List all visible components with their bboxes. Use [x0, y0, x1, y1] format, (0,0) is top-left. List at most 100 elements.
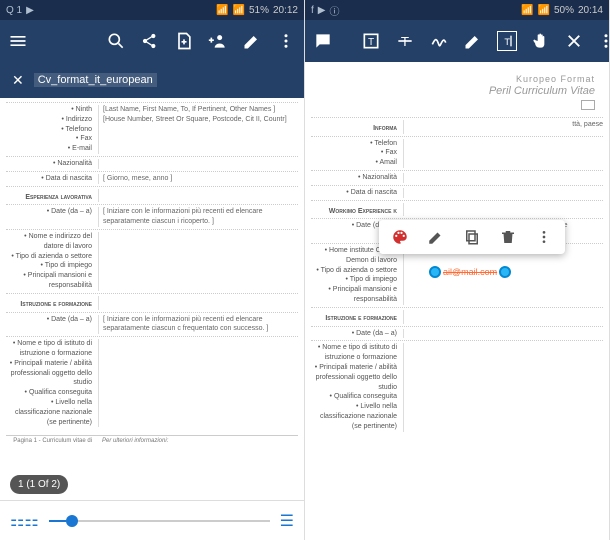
play-icon: ▶ — [318, 5, 326, 16]
exp-item: Tipo di impiego — [311, 275, 397, 285]
document-right[interactable]: Kuropeo Format Peril Curriculum Vitae In… — [305, 62, 609, 540]
row-label: Nazionalità — [6, 159, 92, 169]
exp-item: Nome e indirizzo del datore di lavoro — [6, 232, 92, 252]
selection-handle-right[interactable] — [499, 266, 511, 278]
tab-title[interactable]: Cv_format_it_european — [34, 73, 157, 87]
bottombar: ⚏⚏ ☰ — [0, 500, 304, 540]
time-text: 20:12 — [273, 5, 298, 16]
battery-text: 51% — [249, 5, 269, 16]
toolbar-right: T T T — [305, 20, 609, 62]
grid-view-icon[interactable]: ⚏⚏ — [10, 511, 39, 531]
header-line1: Kuropeo Format — [311, 74, 595, 85]
edit-popup-icon[interactable] — [427, 228, 445, 246]
section-title: Istruzione e formazione — [311, 314, 403, 324]
copy-icon[interactable] — [463, 228, 481, 246]
info-icon: ⓘ — [329, 3, 339, 18]
row-label: Fax — [311, 148, 397, 158]
section-title: Workimo Experience k — [311, 207, 403, 217]
doc-header: Kuropeo Format Peril Curriculum Vitae — [311, 74, 603, 113]
row-label: Data di nascita — [311, 188, 397, 198]
wifi-icon: 📶 — [521, 5, 533, 16]
statusbar-right: f ▶ ⓘ 📶 📶 50% 20:14 — [305, 0, 609, 20]
edu-item: Principali materie / abilità professiona… — [6, 359, 92, 388]
more-icon[interactable] — [276, 31, 296, 51]
exp-item: Tipo di azienda o settore — [6, 252, 92, 262]
edu-item: Nome e tipo di istituto di istruzione o … — [6, 339, 92, 359]
page-slider[interactable] — [49, 520, 270, 522]
selected-text[interactable]: ail@mail.com — [443, 267, 497, 277]
exp-item: Principali mansioni e responsabilità — [311, 285, 397, 305]
close-icon[interactable] — [565, 31, 583, 51]
svg-text:T: T — [368, 37, 374, 48]
comment-icon[interactable] — [313, 31, 333, 51]
text-cursor-icon[interactable]: T — [497, 31, 517, 51]
row-label: Indirizzo — [6, 115, 92, 125]
menu-icon[interactable] — [8, 31, 28, 51]
exp-item: Tipo di impiego — [6, 261, 92, 271]
addr-line: [House Number, Street Or Square, Postcod… — [103, 115, 298, 125]
row-label: Telefono — [6, 125, 92, 135]
exp-item: Principali mansioni e responsabilità — [6, 271, 92, 291]
palette-icon[interactable] — [391, 228, 409, 246]
edu-item: Qualifica conseguita — [6, 388, 92, 398]
person-add-icon[interactable] — [208, 31, 228, 51]
context-popup — [379, 220, 565, 254]
date-label: • Date (da – a) — [311, 329, 403, 339]
footer-left: Pagina 1 - Curriculum vitae di — [6, 438, 98, 444]
edu-item: Livello nella classificazione nazionale … — [6, 398, 92, 427]
svg-text:T: T — [504, 37, 510, 47]
row-label: Data di nascita — [6, 174, 92, 184]
row-label: Fax — [6, 134, 92, 144]
text-selection[interactable]: ail@mail.com — [429, 266, 511, 278]
section-title: Esperienza lavorativa — [6, 193, 98, 203]
edu-item: Qualifica conseguita — [311, 392, 397, 402]
row-label: Ninth — [6, 105, 92, 115]
flag-icon — [581, 100, 595, 110]
exp-item: Tipo di azienda o settore — [311, 266, 397, 276]
status-left-text: Q 1 — [6, 5, 22, 16]
more-popup-icon[interactable] — [535, 228, 553, 246]
info-suffix: ttà, paese — [403, 120, 603, 134]
play-icon: ▶ — [26, 5, 34, 16]
date-label: • Date (da – a) — [6, 207, 98, 227]
toolbar-left — [0, 20, 304, 62]
date-label: • Date (da – a) — [6, 315, 98, 335]
delete-icon[interactable] — [499, 228, 517, 246]
edu-item: Principali materie / abilità professiona… — [311, 363, 397, 392]
signature-icon[interactable] — [429, 31, 449, 51]
document-left[interactable]: Ninth Indirizzo Telefono Fax E-mail [Las… — [0, 98, 304, 500]
hand-icon[interactable] — [531, 31, 551, 51]
info-title: Informa — [311, 124, 403, 134]
row-label: E-mail — [6, 144, 92, 154]
text-box-icon[interactable]: T — [361, 31, 381, 51]
selection-handle-left[interactable] — [429, 266, 441, 278]
list-view-icon[interactable]: ☰ — [280, 511, 294, 531]
edit-icon[interactable] — [242, 31, 262, 51]
page-add-icon[interactable] — [174, 31, 194, 51]
pencil-icon[interactable] — [463, 31, 483, 51]
fb-icon: f — [311, 5, 314, 16]
tabbar-left: ✕ Cv_format_it_european — [0, 62, 304, 98]
row-label: Telefon — [311, 139, 397, 149]
edu-item: Nome e tipo di istituto di istruzione o … — [311, 343, 397, 363]
statusbar-left: Q 1 ▶ 📶 📶 51% 20:12 — [0, 0, 304, 20]
more-icon[interactable] — [597, 31, 610, 51]
name-line: [Last Name, First Name, To, If Pertinent… — [103, 105, 298, 115]
birth-value: [ Giorno, mese, anno ] — [98, 174, 298, 184]
signal-icon: 📶 — [538, 5, 550, 16]
share-icon[interactable] — [140, 31, 160, 51]
section-title: Istruzione e formazione — [6, 300, 98, 310]
time-text: 20:14 — [578, 5, 603, 16]
search-icon[interactable] — [106, 31, 126, 51]
close-tab-icon[interactable]: ✕ — [12, 72, 24, 89]
exp-text: Iniziare con le informazioni più recenti… — [98, 207, 298, 227]
footer-right: Per ulteriori informazioni: — [98, 438, 298, 444]
edu-text: Iniziare con le informazioni più recenti… — [98, 315, 298, 335]
row-label: Nazionalità — [311, 173, 397, 183]
phone-right: f ▶ ⓘ 📶 📶 50% 20:14 T T T Kuropeo Format… — [305, 0, 610, 540]
page-indicator: 1 (1 Of 2) — [10, 475, 68, 494]
wifi-icon: 📶 — [216, 5, 228, 16]
edu-item: Livello nella classificazione nazionale … — [311, 402, 397, 431]
strikethrough-icon[interactable]: T — [395, 31, 415, 51]
battery-text: 50% — [554, 5, 574, 16]
